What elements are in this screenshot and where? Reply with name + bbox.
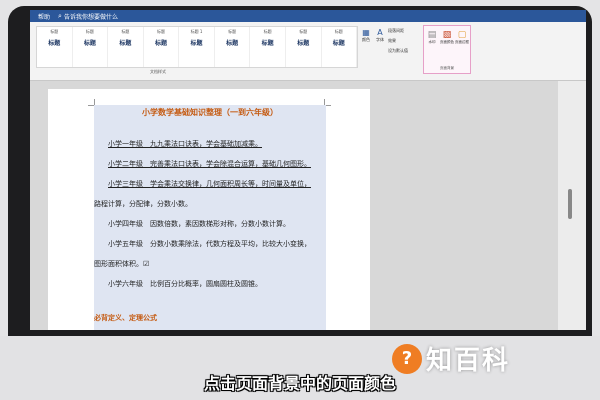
style-name: 标题 1 — [190, 29, 203, 34]
effects-button[interactable]: 效果 — [388, 38, 396, 44]
text-line: 小学六年级 比例百分比概率，圆扇圆柱及圆锥。 — [108, 280, 262, 288]
style-tile[interactable]: 标题 标题 — [286, 27, 322, 67]
text-line: 小学二年级 完善乘法口诀表，学会除混合运算，基础几何图形。 — [108, 160, 311, 168]
help-menu[interactable]: 帮助 — [38, 12, 50, 21]
style-tile[interactable]: 标题 标题 — [73, 27, 109, 67]
text-line: 图形面积体积。☑ — [94, 260, 150, 268]
word-window: 帮助 ⌕ 告诉我你想要做什么 标题 标题 标题 标题 标题 标题 标题 标题 标题 1标… — [30, 10, 586, 330]
style-sample: 标题 — [190, 40, 203, 47]
title-bar: 帮助 ⌕ 告诉我你想要做什么 — [30, 10, 586, 22]
text-line: 小学五年级 分数小数乘除法，代数方程及平均，比较大小变换， — [108, 240, 311, 248]
search-icon: ⌕ — [58, 11, 62, 20]
style-sample: 标题 — [119, 40, 132, 47]
scrollbar-thumb[interactable] — [568, 189, 572, 219]
section-heading: 必背定义、定理公式 — [94, 313, 157, 322]
colors-label: 颜色 — [362, 37, 370, 42]
colors-button[interactable]: ▦ 颜色 — [360, 28, 372, 43]
text-line: 小学一年级 九九乘法口诀表，学会基础加减乘。 — [108, 140, 262, 148]
style-name: 标题 — [156, 29, 165, 34]
text-line: 路程计算，分配律，分数小数。 — [94, 200, 192, 208]
document-formatting-group: ▦ 颜色 A 字体 段落间距 效果 设为默认值 — [360, 26, 414, 70]
watermark-label: 水印 — [428, 40, 436, 44]
document-area: 小学数学基础知识整理（一到六年级） 小学一年级 九九乘法口诀表，学会基础加减乘。… — [30, 81, 558, 330]
palette-icon: ▦ — [362, 28, 370, 37]
style-tile[interactable]: 标题 1 标题 — [179, 27, 215, 67]
paragraph-spacing-button[interactable]: 段落间距 — [388, 28, 404, 34]
style-tile[interactable]: 标题 标题 — [144, 27, 180, 67]
style-name: 标题 — [263, 29, 272, 34]
style-tile[interactable]: 标题 标题 — [250, 27, 286, 67]
style-sample: 标题 — [261, 40, 274, 47]
text-line: 小学四年级 因数倍数，素因数梯形对称，分数小数计算。 — [108, 220, 290, 228]
style-tile[interactable]: 标题 标题 — [215, 27, 251, 67]
styles-group-label: 文档样式 — [150, 69, 166, 74]
text-line: 小学三年级 学会乘法交换律，几何面积周长等，时间量及单位， — [108, 180, 311, 188]
style-name: 标题 — [228, 29, 237, 34]
fonts-button[interactable]: A 字体 — [374, 28, 386, 43]
style-sample: 标题 — [226, 40, 239, 47]
style-name: 标题 — [85, 29, 94, 34]
font-icon: A — [377, 28, 383, 37]
design-ribbon: 标题 标题 标题 标题 标题 标题 标题 标题 标题 1 标题 标题 标题 标题 标题 标题标… — [30, 22, 586, 90]
style-name: 标题 — [299, 29, 308, 34]
page-color-icon: ▧ — [442, 30, 452, 40]
style-name: 标题 — [50, 29, 59, 34]
page-background-label: 页面背景 — [440, 66, 454, 70]
page-color-label: 页面颜色 — [440, 40, 454, 44]
page-borders-button[interactable]: ▢ 页面边框 — [455, 30, 469, 45]
style-tile[interactable]: 标题 标题 — [108, 27, 144, 67]
page-background-group: ▤ 水印 ▧ 页面颜色 ▢ 页面边框 页面背景 — [423, 25, 471, 74]
page-content[interactable]: 小学数学基础知识整理（一到六年级） 小学一年级 九九乘法口诀表，学会基础加减乘。… — [94, 105, 326, 330]
style-gallery[interactable]: 标题 标题 标题 标题 标题 标题 标题 标题 标题 1 标题 标题 标题 标题 标题 标题标… — [36, 26, 358, 68]
video-caption: 点击页面背景中的页面颜色 — [203, 374, 396, 393]
style-tile[interactable]: 标题 标题 — [37, 27, 73, 67]
fonts-label: 字体 — [376, 37, 384, 42]
page-borders-label: 页面边框 — [455, 40, 469, 44]
style-tile[interactable]: 标题 标题 — [322, 27, 358, 67]
watermark-button[interactable]: ▤ 水印 — [425, 30, 439, 45]
style-sample: 标题 — [48, 40, 61, 47]
style-sample: 标题 — [154, 40, 167, 47]
page-color-button[interactable]: ▧ 页面颜色 — [440, 30, 454, 45]
question-mark-icon: ? — [392, 343, 422, 374]
tell-me-search[interactable]: ⌕ 告诉我你想要做什么 — [58, 12, 118, 21]
vertical-scrollbar[interactable] — [558, 81, 586, 330]
style-sample: 标题 — [297, 40, 310, 47]
set-default-button[interactable]: 设为默认值 — [388, 48, 408, 54]
style-name: 标题 — [334, 29, 343, 34]
document-title: 小学数学基础知识整理（一到六年级） — [142, 107, 278, 117]
tell-me-text: 告诉我你想要做什么 — [63, 13, 118, 21]
style-name: 标题 — [121, 29, 130, 34]
watermark-icon: ▤ — [427, 30, 437, 40]
style-sample: 标题 — [83, 40, 96, 47]
page-borders-icon: ▢ — [457, 30, 467, 40]
style-sample: 标题 — [332, 40, 345, 47]
document-page[interactable]: 小学数学基础知识整理（一到六年级） 小学一年级 九九乘法口诀表，学会基础加减乘。… — [48, 89, 370, 330]
